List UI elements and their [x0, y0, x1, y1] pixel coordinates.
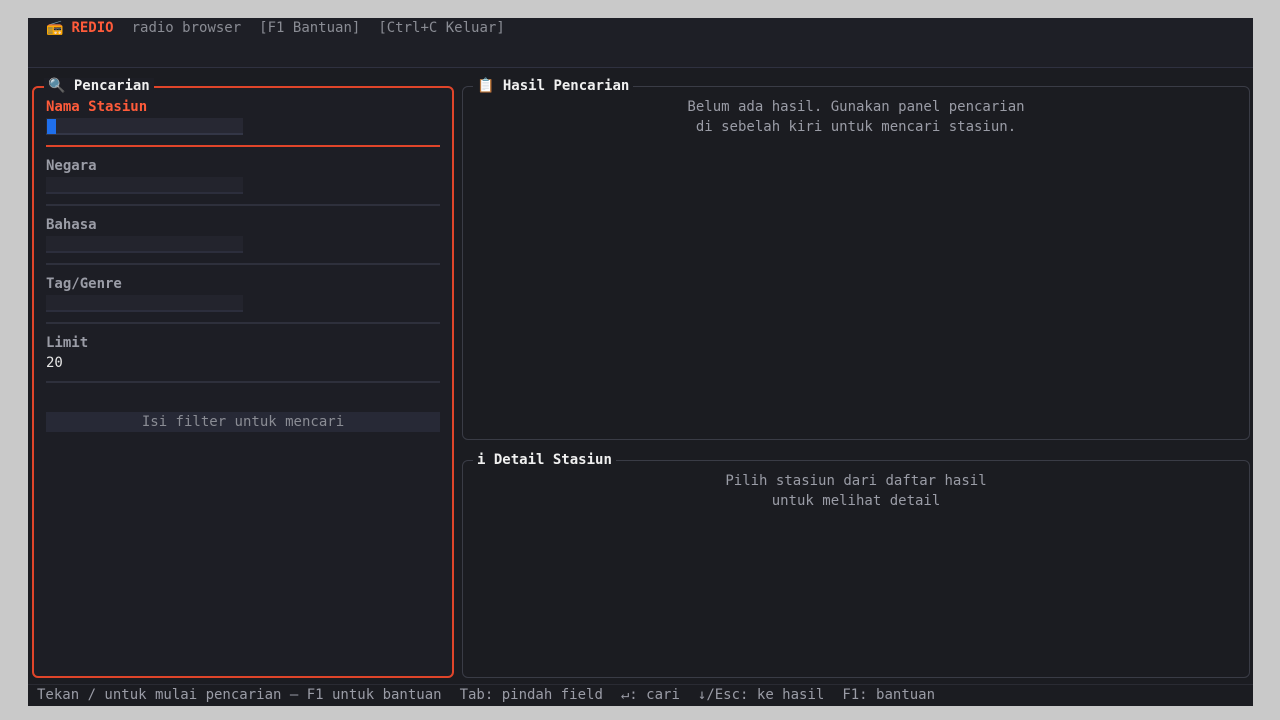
status-enter-hint: ↵: cari	[620, 687, 680, 703]
detail-empty-message: Pilih stasiun dari daftar hasil untuk me…	[463, 471, 1249, 511]
field-divider	[46, 145, 440, 147]
field-label-language: Bahasa	[46, 217, 97, 233]
field-divider	[46, 204, 440, 206]
detail-panel-title-text: Detail Stasiun	[493, 452, 612, 468]
field-divider	[46, 381, 440, 383]
results-panel: 📋 Hasil Pencarian Belum ada hasil. Gunak…	[462, 78, 1250, 440]
field-tag-genre[interactable]: Tag/Genre	[46, 275, 440, 312]
top-bar: 📻 REDIO radio browser [F1 Bantuan] [Ctrl+…	[28, 18, 1253, 68]
search-panel-title-text: Pencarian	[73, 78, 150, 94]
app-brand: REDIO	[71, 20, 114, 36]
search-panel-title: 🔍 Pencarian	[44, 78, 154, 94]
status-hint: Tekan / untuk mulai pencarian — F1 untuk…	[37, 687, 442, 703]
app-subtitle: radio browser	[131, 20, 242, 36]
exit-hint[interactable]: [Ctrl+C Keluar]	[378, 20, 504, 36]
field-label-country: Negara	[46, 158, 97, 174]
tag-genre-input[interactable]	[46, 295, 243, 312]
status-bar: Tekan / untuk mulai pencarian — F1 untuk…	[28, 684, 1253, 706]
detail-panel-title: i Detail Stasiun	[473, 452, 616, 468]
search-panel: 🔍 Pencarian Nama Stasiun Negara Bahasa T…	[32, 78, 454, 678]
results-empty-line: Belum ada hasil. Gunakan panel pencarian	[687, 99, 1025, 115]
detail-panel: i Detail Stasiun Pilih stasiun dari daft…	[462, 452, 1250, 678]
detail-empty-line: Pilih stasiun dari daftar hasil	[725, 473, 987, 489]
info-icon: i	[477, 452, 486, 468]
search-button[interactable]: Isi filter untuk mencari	[46, 412, 440, 432]
clipboard-icon: 📋	[477, 78, 495, 94]
field-language[interactable]: Bahasa	[46, 216, 440, 253]
field-label-station-name: Nama Stasiun	[46, 99, 148, 115]
help-hint[interactable]: [F1 Bantuan]	[259, 20, 360, 36]
field-country[interactable]: Negara	[46, 157, 440, 194]
limit-input[interactable]: 20	[46, 354, 440, 372]
status-down-hint: ↓/Esc: ke hasil	[697, 687, 825, 703]
field-label-limit: Limit	[46, 335, 89, 351]
radio-icon: 📻	[46, 20, 64, 36]
status-tab-hint: Tab: pindah field	[459, 687, 603, 703]
text-cursor	[47, 119, 56, 134]
results-panel-title: 📋 Hasil Pencarian	[473, 78, 634, 94]
field-divider	[46, 263, 440, 265]
results-empty-line: di sebelah kiri untuk mencari stasiun.	[695, 119, 1017, 135]
field-station-name[interactable]: Nama Stasiun	[46, 98, 440, 135]
results-panel-title-text: Hasil Pencarian	[502, 78, 630, 94]
magnifier-icon: 🔍	[48, 78, 66, 94]
field-divider	[46, 322, 440, 324]
brand-group: 📻 REDIO	[46, 20, 114, 36]
status-f1-hint: F1: bantuan	[842, 687, 936, 703]
field-label-tag-genre: Tag/Genre	[46, 276, 122, 292]
terminal-window: 📻 REDIO radio browser [F1 Bantuan] [Ctrl+…	[28, 18, 1253, 706]
country-input[interactable]	[46, 177, 243, 194]
results-empty-message: Belum ada hasil. Gunakan panel pencarian…	[463, 97, 1249, 137]
station-name-input[interactable]	[46, 118, 243, 135]
field-limit[interactable]: Limit 20	[46, 334, 440, 372]
language-input[interactable]	[46, 236, 243, 253]
detail-empty-line: untuk melihat detail	[771, 493, 941, 509]
